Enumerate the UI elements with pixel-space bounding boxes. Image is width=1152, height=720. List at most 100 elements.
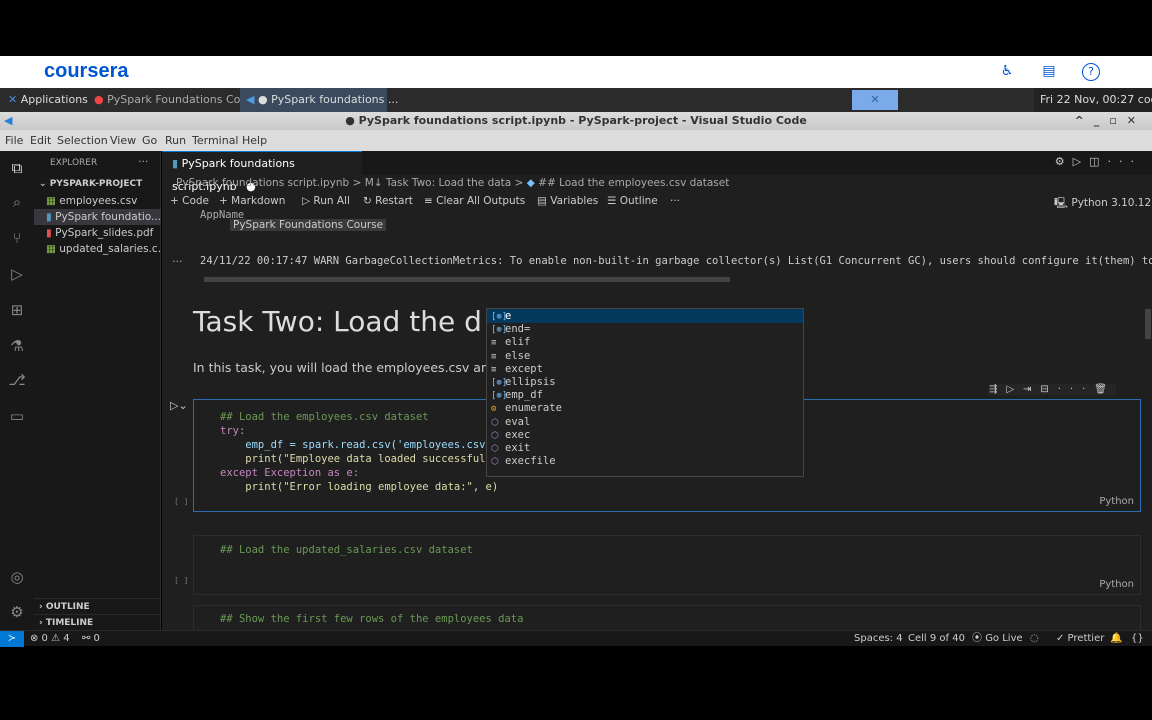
suggestion-item[interactable]: ⚙ enumerate <box>487 401 803 415</box>
source-control-icon[interactable]: ⑂ <box>8 229 26 247</box>
explorer-title: EXPLORER <box>50 158 98 168</box>
explorer-sidebar: EXPLORER ··· ⌄ PYSPARK-PROJECT ▦ employe… <box>34 151 161 630</box>
suggestion-label: e <box>505 310 512 322</box>
suggestion-item[interactable]: [⊚]end= <box>487 322 803 336</box>
menu-run[interactable]: Run <box>165 130 186 151</box>
menu-edit[interactable]: Edit <box>30 130 51 151</box>
go-live-button[interactable]: ⦿ Go Live <box>972 631 1023 647</box>
applications-menu[interactable]: ✕ Applications <box>2 88 94 112</box>
suggestion-item[interactable]: ⬡ exec <box>487 428 803 442</box>
editor-actions[interactable]: ⚙▷◫··· <box>1055 155 1142 168</box>
timeline-section[interactable]: › TIMELINE <box>34 614 161 630</box>
accessibility-icon[interactable]: ♿ <box>998 63 1016 81</box>
testing-icon[interactable]: ⚗ <box>8 337 26 355</box>
extensions-icon[interactable]: ⊞ <box>8 301 26 319</box>
suggestion-label: emp_df <box>505 389 543 402</box>
vscode-icon: ◀ <box>4 114 13 127</box>
remote-indicator-icon[interactable]: ≻ <box>0 631 24 647</box>
add-code-button[interactable]: + Code <box>170 195 209 207</box>
suggestion-label: end= <box>505 323 531 336</box>
cell-position[interactable]: Cell 9 of 40 <box>908 631 965 647</box>
suggestion-label: ellipsis <box>505 376 556 388</box>
activity-bar: ⧉ ⌕ ⑂ ▷ ⊞ ⚗ ⎇ ▭ ◎ ⚙ <box>0 151 34 630</box>
suggestion-label: else <box>505 349 531 362</box>
suggestion-item[interactable]: ≡ except <box>487 362 803 376</box>
menu-help[interactable]: Help <box>242 130 267 151</box>
file-slides-pdf[interactable]: ▮ PySpark_slides.pdf <box>34 225 161 241</box>
run-cell-button[interactable]: ▷⌄ <box>170 399 188 412</box>
window-controls[interactable]: ^_▫✕ <box>1075 112 1146 130</box>
cell-toolbar[interactable]: ⇶▷⇥⊟···🗑 <box>988 384 1116 395</box>
suggestion-item[interactable]: ⬡ eval <box>487 415 803 429</box>
suggestion-item[interactable]: ⬡ exit <box>487 441 803 455</box>
run-debug-icon[interactable]: ▷ <box>8 265 26 283</box>
file-updated-salaries[interactable]: ▦ updated_salaries.c... <box>34 241 161 257</box>
indentation[interactable]: Spaces: 4 <box>854 631 903 647</box>
tab-notebook[interactable]: ▮ PySpark foundations script.ipynb ● <box>162 151 362 193</box>
help-icon[interactable]: ? <box>1082 63 1100 81</box>
explorer-icon[interactable]: ⧉ <box>8 159 26 177</box>
code-cell[interactable]: ## Load the updated_salaries.csv dataset… <box>193 535 1141 595</box>
output-value: PySpark Foundations Course <box>230 219 387 231</box>
horizontal-scrollbar[interactable] <box>204 277 730 282</box>
ports-indicator[interactable]: ⚯ 0 <box>82 631 100 647</box>
status-bar: ≻ ⊗ 0 ⚠ 4 ⚯ 0 Spaces: 4 Cell 9 of 40 ⦿ G… <box>0 630 1152 647</box>
notes-icon[interactable]: ▤ <box>1040 63 1058 81</box>
remote-icon[interactable]: ⎇ <box>8 371 26 389</box>
exec-count: [ ] <box>174 497 189 506</box>
window-title: ● PySpark foundations script.ipynb - PyS… <box>345 114 807 127</box>
code-editor[interactable]: ## Load the employees.csv dataset try: e… <box>220 410 498 494</box>
suggestion-label: elif <box>505 336 531 349</box>
prettier-button[interactable]: ✓ Prettier <box>1056 631 1104 647</box>
outline-section[interactable]: › OUTLINE <box>34 598 161 614</box>
file-notebook[interactable]: ▮ PySpark foundatio... <box>34 209 161 225</box>
clear-outputs-button[interactable]: ≡ Clear All Outputs <box>424 195 525 207</box>
suggestion-item[interactable]: [⊚]ellipsis <box>487 375 803 389</box>
comments-icon[interactable]: ▭ <box>8 407 26 425</box>
add-markdown-button[interactable]: + Markdown <box>219 195 285 207</box>
suggestion-item[interactable]: ⬡ execfile <box>487 454 803 468</box>
coursera-header: coursera ♿ ▤ ? <box>0 56 1152 88</box>
suggestion-item[interactable]: [⊚]emp_df <box>487 388 803 402</box>
menu-selection[interactable]: Selection <box>57 130 108 151</box>
variables-button[interactable]: ▤ Variables <box>537 195 598 207</box>
menu-view[interactable]: View <box>110 130 136 151</box>
clock: Fri 22 Nov, 00:27 coder <box>1034 88 1152 112</box>
accounts-icon[interactable]: ◎ <box>8 568 26 586</box>
markdown-paragraph: In this task, you will load the employee… <box>193 360 489 375</box>
restart-button[interactable]: ↻ Restart <box>363 195 413 207</box>
taskbar-vscode[interactable]: ◀ ● PySpark foundations ... <box>240 88 398 112</box>
vscode-pin-icon[interactable]: ✕ <box>852 90 898 110</box>
settings-gear-icon[interactable]: ⚙ <box>8 603 26 621</box>
menu-go[interactable]: Go <box>142 130 157 151</box>
vscode-icon: ◀ <box>246 93 255 106</box>
suggestion-item[interactable]: ≡ else <box>487 349 803 363</box>
project-folder[interactable]: ⌄ PYSPARK-PROJECT <box>34 176 161 192</box>
xfce-icon: ✕ <box>8 93 18 106</box>
output-more-icon[interactable]: ··· <box>172 255 183 268</box>
coursera-logo[interactable]: coursera <box>44 60 129 83</box>
notifications-icon[interactable]: 🔔 <box>1110 631 1122 647</box>
warn-output: 24/11/22 00:17:47 WARN GarbageCollection… <box>200 255 1152 267</box>
more-actions-icon[interactable]: ··· <box>138 155 149 168</box>
problems-indicator[interactable]: ⊗ 0 ⚠ 4 <box>30 631 70 647</box>
menu-file[interactable]: File <box>5 130 23 151</box>
suggestion-item[interactable]: [⊚]e <box>487 309 803 323</box>
menu-terminal[interactable]: Terminal <box>192 130 239 151</box>
search-icon[interactable]: ⌕ <box>8 193 26 211</box>
file-employees-csv[interactable]: ▦ employees.csv <box>34 193 161 209</box>
run-all-button[interactable]: ▷ Run All <box>302 195 350 207</box>
markdown-heading: Task Two: Load the d <box>193 305 482 338</box>
braces-icon[interactable]: {} <box>1131 631 1144 647</box>
more-toolbar-button[interactable]: ··· <box>670 195 680 207</box>
outline-button[interactable]: ☰ Outline <box>607 195 658 207</box>
cell-language[interactable]: Python <box>1099 579 1134 590</box>
cell-language[interactable]: Python <box>1099 496 1134 507</box>
code-cell[interactable]: ## Show the first few rows of the employ… <box>193 605 1141 630</box>
taskbar: ✕ Applications ● PySpark Foundations Co.… <box>0 88 1152 112</box>
taskbar-chrome[interactable]: ● PySpark Foundations Co... <box>88 88 257 112</box>
autocomplete-suggestions: [⊚]e [⊚]end= ≡ elif ≡ else ≡ except [⊚]ellipsis[… <box>486 308 804 477</box>
vertical-scrollbar[interactable] <box>1145 309 1151 339</box>
breadcrumb: PySpark foundations script.ipynb > M↓ Ta… <box>176 177 730 189</box>
suggestion-item[interactable]: ≡ elif <box>487 335 803 349</box>
